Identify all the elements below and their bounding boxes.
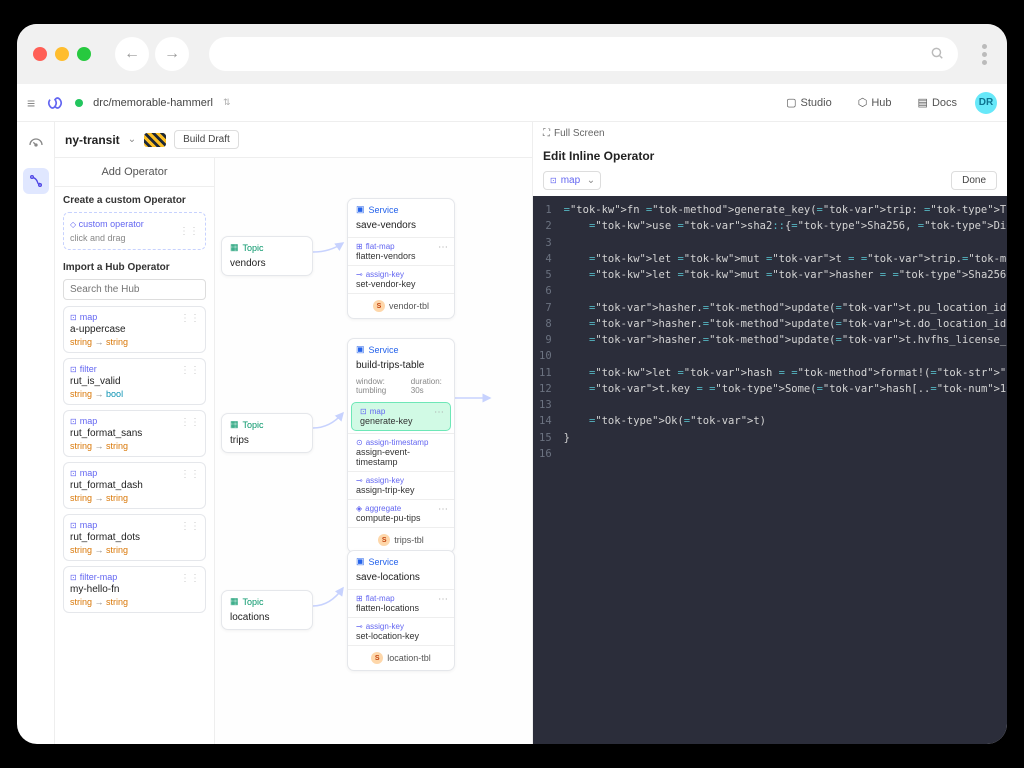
drag-handle-icon[interactable]: ⋮⋮ [180,469,200,480]
topic-node-vendors[interactable]: ▦Topic vendors [221,236,313,276]
service-node-save-vendors[interactable]: ▣Service save-vendors ⊞flat-mapflatten-v… [347,198,455,319]
code-content[interactable]: ="tok-kw">fn ="tok-method">generate_key(… [560,196,1007,744]
nav-back[interactable]: ← [115,37,149,71]
hub-search-input[interactable] [63,279,206,300]
hub-op-rut_format_sans[interactable]: ⊡ map rut_format_sans string → string ⋮⋮ [63,410,206,457]
traffic-lights [33,47,91,61]
op-flatten-vendors[interactable]: ⊞flat-mapflatten-vendors⋯ [348,237,454,265]
url-bar[interactable] [209,37,958,71]
close-window[interactable] [33,47,47,61]
canvas-header: ny-transit ⌄ Build Draft [55,122,532,158]
hub-icon: ⬡ [858,96,868,109]
operator-type-select[interactable]: ⊡map [543,171,601,190]
sink-trips-tbl: Strips-tbl [348,527,454,552]
sink-vendor-tbl: Svendor-tbl [348,293,454,318]
hub-op-rut_is_valid[interactable]: ⊡ filter rut_is_valid string → bool ⋮⋮ [63,358,206,405]
topic-node-locations[interactable]: ▦Topic locations [221,590,313,630]
drag-handle-icon[interactable]: ⋮⋮ [180,521,200,532]
app-logo[interactable] [45,93,65,113]
more-icon[interactable]: ⋯ [438,504,448,515]
op-set-location-key[interactable]: ⊸assign-keyset-location-key [348,617,454,645]
more-icon[interactable]: ⋯ [434,407,444,418]
custom-op-icon: ◇ [70,220,76,229]
service-icon: ▣ [356,556,365,567]
sidebar-title: Add Operator [55,158,214,187]
drag-handle-icon[interactable]: ⋮⋮ [180,417,200,428]
hub-op-a-uppercase[interactable]: ⊡ map a-uppercase string → string ⋮⋮ [63,306,206,353]
more-icon[interactable]: ⋯ [438,594,448,605]
service-icon: ▣ [356,204,365,215]
project-name: ny-transit [65,133,120,147]
project-dropdown-icon[interactable]: ⌄ [128,134,136,145]
operator-sidebar: Add Operator Create a custom Operator ◇ … [55,158,215,744]
nav-hub[interactable]: ⬡Hub [850,92,900,113]
avatar[interactable]: DR [975,92,997,114]
rail-graph-icon[interactable] [23,168,49,194]
op-flatten-locations[interactable]: ⊞flat-mapflatten-locations⋯ [348,589,454,617]
drag-handle-icon[interactable]: ⋮⋮ [180,365,200,376]
nav-docs[interactable]: ▤Docs [910,92,965,113]
hub-op-rut_format_dash[interactable]: ⊡ map rut_format_dash string → string ⋮⋮ [63,462,206,509]
done-button[interactable]: Done [951,171,997,190]
status-indicator [75,99,83,107]
topic-node-trips[interactable]: ▦Topic trips [221,413,313,453]
sink-location-tbl: Slocation-tbl [348,645,454,670]
drag-handle-icon[interactable]: ⋮⋮ [179,226,199,237]
op-set-vendor-key[interactable]: ⊸assign-keyset-vendor-key [348,265,454,293]
drag-handle-icon[interactable]: ⋮⋮ [180,573,200,584]
fullscreen-button[interactable]: ⛶Full Screen [533,122,1007,145]
search-icon [930,46,944,63]
menu-icon[interactable]: ≡ [27,95,35,111]
service-icon: ▣ [356,344,365,355]
graph-canvas[interactable]: ▦Topic vendors ▦Topic trips ▦Topic locat… [215,158,532,744]
hub-op-my-hello-fn[interactable]: ⊡ filter-map my-hello-fn string → string… [63,566,206,613]
editor-panel: ⛶Full Screen Edit Inline Operator ⊡map D… [532,122,1007,744]
topic-icon: ▦ [230,419,239,430]
topic-icon: ▦ [230,242,239,253]
studio-icon: ▢ [786,96,796,109]
map-icon: ⊡ [550,176,557,185]
breadcrumb-chevron-icon[interactable]: ⇅ [223,97,231,108]
maximize-window[interactable] [77,47,91,61]
minimize-window[interactable] [55,47,69,61]
app-header: ≡ drc/memorable-hammerl ⇅ ▢Studio ⬡Hub ▤… [17,84,1007,122]
editor-title: Edit Inline Operator [533,145,1007,171]
hub-op-rut_format_dots[interactable]: ⊡ map rut_format_dots string → string ⋮⋮ [63,514,206,561]
browser-menu[interactable] [978,44,991,65]
topic-icon: ▦ [230,596,239,607]
rail-dashboard-icon[interactable] [23,132,49,158]
more-icon[interactable]: ⋯ [438,242,448,253]
draft-badge [144,133,166,147]
docs-icon: ▤ [918,96,928,109]
drag-handle-icon[interactable]: ⋮⋮ [180,313,200,324]
line-numbers: 1 2 3 4 5 6 7 8 9 10 11 12 13 14 15 16 [533,196,560,744]
left-rail [17,122,55,744]
build-draft-button[interactable]: Build Draft [174,130,239,149]
custom-operator-draggable[interactable]: ◇ custom operator click and drag ⋮⋮ [63,212,206,250]
service-node-save-locations[interactable]: ▣Service save-locations ⊞flat-mapflatten… [347,550,455,671]
browser-chrome: ← → [17,24,1007,84]
code-editor[interactable]: 1 2 3 4 5 6 7 8 9 10 11 12 13 14 15 16 =… [533,196,1007,744]
op-compute-pu-tips[interactable]: ◈aggregatecompute-pu-tips⋯ [348,499,454,527]
service-node-build-trips-table[interactable]: ▣Service build-trips-table window: tumbl… [347,338,455,553]
fullscreen-icon: ⛶ [543,128,550,139]
op-assign-trip-key[interactable]: ⊸assign-keyassign-trip-key [348,471,454,499]
op-generate-key[interactable]: ⊡mapgenerate-key⋯ [351,402,451,431]
custom-section-label: Create a custom Operator [63,195,206,206]
hub-section-label: Import a Hub Operator [63,262,206,273]
breadcrumb[interactable]: drc/memorable-hammerl [93,97,213,109]
nav-forward[interactable]: → [155,37,189,71]
nav-studio[interactable]: ▢Studio [778,92,840,113]
op-assign-event-timestamp[interactable]: ⊙assign-timestampassign-event-timestamp [348,433,454,471]
